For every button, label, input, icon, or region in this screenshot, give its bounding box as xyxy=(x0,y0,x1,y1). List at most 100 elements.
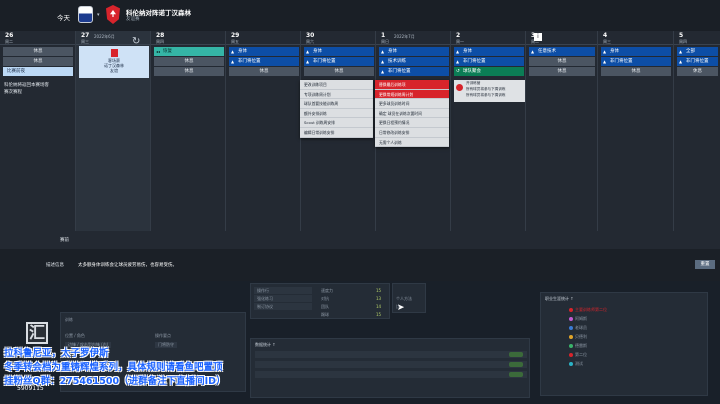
day-weekday: 周四 xyxy=(679,39,687,44)
description-label: 描述信息 xyxy=(46,263,64,268)
training-slot[interactable]: 非门将位置 xyxy=(304,57,374,66)
training-slot[interactable]: 身体 xyxy=(379,47,449,56)
day-weekday: 周三 xyxy=(81,39,89,44)
menu-item[interactable]: 替换最后训练项 xyxy=(375,80,449,90)
match-card[interactable]: 客场赛 诺丁汉森林 友谊 xyxy=(79,46,149,78)
day-column[interactable]: 28 周四 恢复 休息 休息 xyxy=(151,31,226,231)
training-slot[interactable]: 休息 xyxy=(304,67,374,76)
attribute-label: 对抗 xyxy=(321,296,329,301)
menu-item[interactable]: 更换日程预约情况 xyxy=(375,118,449,128)
training-slot[interactable]: 休息 xyxy=(529,67,595,76)
day-weekday: 周六 xyxy=(306,39,314,44)
event-card-line: 所有球员将参与下周训练 xyxy=(466,93,506,97)
career-panel: 职业生涯统计 ↑ 主要训练师第二位 阿姆斯 老球员 贝德利 德雷斯 第二位 测试 xyxy=(540,292,708,396)
focus-select[interactable]: 门将防守 xyxy=(155,342,177,348)
day-header: 26 周二 xyxy=(0,31,75,45)
day-header: 5 周四 xyxy=(674,31,720,45)
training-slot[interactable]: 全部 xyxy=(677,47,718,56)
menu-item[interactable]: Scout 训练周安排 xyxy=(300,118,373,128)
rating-pill xyxy=(509,352,523,357)
day-weekday: 周一 xyxy=(456,39,464,44)
menu-item[interactable]: 更换常规训练周计划 xyxy=(375,89,449,100)
attribute-value: 15 xyxy=(376,312,382,317)
day-number: 27 xyxy=(81,32,90,39)
day-header: 30 周六 xyxy=(301,31,375,45)
training-slot[interactable]: 非门将位置 xyxy=(379,67,449,76)
field-label: 位置 / 角色 xyxy=(65,333,85,338)
attribute-value: 14 xyxy=(376,304,382,309)
training-slot[interactable]: 身体 xyxy=(454,47,524,56)
career-item: 老球员 xyxy=(575,325,587,330)
menu-item[interactable]: 专项训练周计划 xyxy=(300,90,373,100)
training-slot[interactable]: 恢复 xyxy=(154,47,224,56)
day-header: 2 周一 xyxy=(451,31,525,45)
legend-dot xyxy=(569,317,573,321)
day-number: 2 xyxy=(456,32,461,39)
home-club-crest-icon xyxy=(78,6,93,23)
chevron-down-icon[interactable]: ▾ xyxy=(97,12,100,18)
menu-item[interactable]: 个人方法 xyxy=(396,296,412,302)
attribute-value: 13 xyxy=(376,296,382,301)
menu-item[interactable]: 更改训练项目 xyxy=(300,80,373,90)
training-slot[interactable]: 任意技术 xyxy=(529,47,595,56)
menu-item[interactable]: 更多球员训练时间 xyxy=(375,99,449,109)
training-slot[interactable]: 休息 xyxy=(229,67,299,76)
training-slot[interactable]: 休息 xyxy=(677,67,718,76)
day-column[interactable]: 4 周三 身体 非门将位置 休息 xyxy=(598,31,674,231)
training-slot[interactable]: 技术训练 xyxy=(379,57,449,66)
day-column[interactable]: 3 周二 任意技术 休息 休息 xyxy=(526,31,598,231)
career-item: 阿姆斯 xyxy=(575,316,587,321)
training-slot[interactable]: 球队聚会 xyxy=(454,67,524,76)
day-number: 1 xyxy=(381,32,386,39)
match-header: 今天 ▾ 科伦纳对阵诺丁汉森林 友谊赛 xyxy=(0,0,720,31)
menu-item[interactable]: 额外安排训练 xyxy=(300,109,373,119)
training-slot[interactable]: 休息 xyxy=(529,57,595,66)
stats-row xyxy=(255,351,527,358)
info-icon[interactable]: i xyxy=(534,33,542,41)
day-number: 5 xyxy=(679,32,684,39)
attribute-label: 速度力 xyxy=(321,288,333,293)
training-slot[interactable]: 休息 xyxy=(154,57,224,66)
day-column[interactable]: 2 周一 身体 非门将位置 球队聚会 xyxy=(451,31,526,231)
day-column[interactable]: 5 周四 全部 非门将位置 休息 xyxy=(674,31,720,231)
training-slot[interactable]: 比赛前夜 xyxy=(3,67,73,76)
team-event-card[interactable]: 开训练营 所有球员将参与下周训练 所有球员将参与下周训练 xyxy=(454,80,525,102)
training-slot[interactable]: 非门将位置 xyxy=(601,57,671,66)
description-bar: 描述信息 太多额身体训练会让球员疲劳易伤，也容易受伤。 重置 xyxy=(0,249,720,281)
day-column[interactable]: 29 周五 身体 非门将位置 休息 xyxy=(226,31,301,231)
training-slot[interactable]: 身体 xyxy=(304,47,374,56)
overlay-line-2: 冬季转会档为重铸辉煌系列，具体规则请看鱼吧置顶 xyxy=(4,362,223,373)
training-slot[interactable]: 休息 xyxy=(3,57,73,66)
training-slot[interactable]: 休息 xyxy=(3,47,73,56)
career-item: 主要训练师第二位 xyxy=(575,307,607,312)
match-competition: 友谊赛 xyxy=(126,17,140,22)
training-slot[interactable]: 非门将位置 xyxy=(677,57,718,66)
training-slot[interactable]: 身体 xyxy=(601,47,671,56)
warning-icon xyxy=(456,84,463,91)
menu-item[interactable]: 编辑日常训练安排 xyxy=(300,128,373,138)
legend-dot xyxy=(569,344,573,348)
training-context-menu: 更改训练项目 专项训练周计划 球队首要技能训练周 额外安排训练 Scout 训练… xyxy=(300,80,373,138)
career-item: 测试 xyxy=(575,361,583,366)
overlay-line-1: 拉科鲁尼亚，太子罗伊斯 xyxy=(4,348,109,359)
legend-dot xyxy=(569,362,573,366)
training-slot[interactable]: 非门将位置 xyxy=(229,57,299,66)
day-number: 4 xyxy=(603,32,608,39)
day-column[interactable]: 26 周二 休息 休息 比赛前夜 科伦纳将返回本赛场客 赛次赛程 xyxy=(0,31,76,231)
today-button[interactable]: 今天 xyxy=(57,12,70,22)
sync-icon[interactable]: ↻ xyxy=(132,36,140,47)
training-slot[interactable]: 休息 xyxy=(601,67,671,76)
menu-item[interactable]: 日常修改训练安排 xyxy=(375,128,449,138)
training-slot[interactable]: 身体 xyxy=(229,47,299,56)
menu-item[interactable]: 无需个人训练 xyxy=(375,138,449,148)
stream-logo-icon: 汇 xyxy=(26,322,48,344)
menu-item[interactable]: 确定 球员在训练次要时间 xyxy=(375,109,449,119)
menu-item[interactable]: 球队首要技能训练周 xyxy=(300,99,373,109)
day-column[interactable]: 27 周三 2022年6月 客场赛 诺丁汉森林 友谊 xyxy=(76,31,151,231)
field-label: 操作要点 xyxy=(155,333,171,338)
month-label: 2022年7月 xyxy=(394,34,415,39)
reset-button[interactable]: 重置 xyxy=(695,260,715,269)
day-weekday: 周三 xyxy=(603,39,611,44)
training-slot[interactable]: 休息 xyxy=(154,67,224,76)
training-slot[interactable]: 非门将位置 xyxy=(454,57,524,66)
